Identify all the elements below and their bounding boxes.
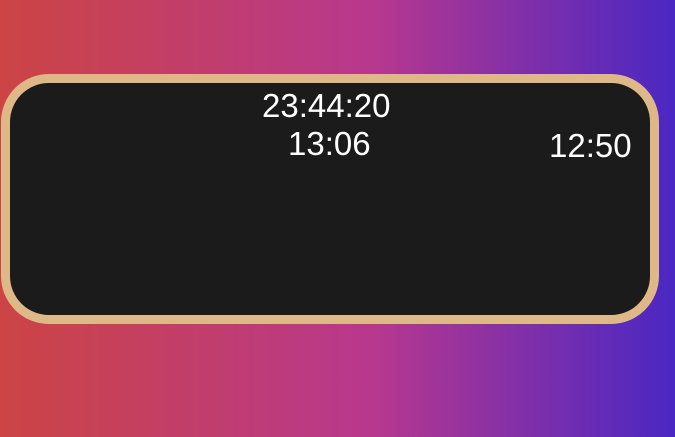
main-time-display: 23:44:20 [262,87,391,124]
secondary-time-display: 13:06 [288,125,371,162]
right-time-display: 12:50 [549,127,632,164]
